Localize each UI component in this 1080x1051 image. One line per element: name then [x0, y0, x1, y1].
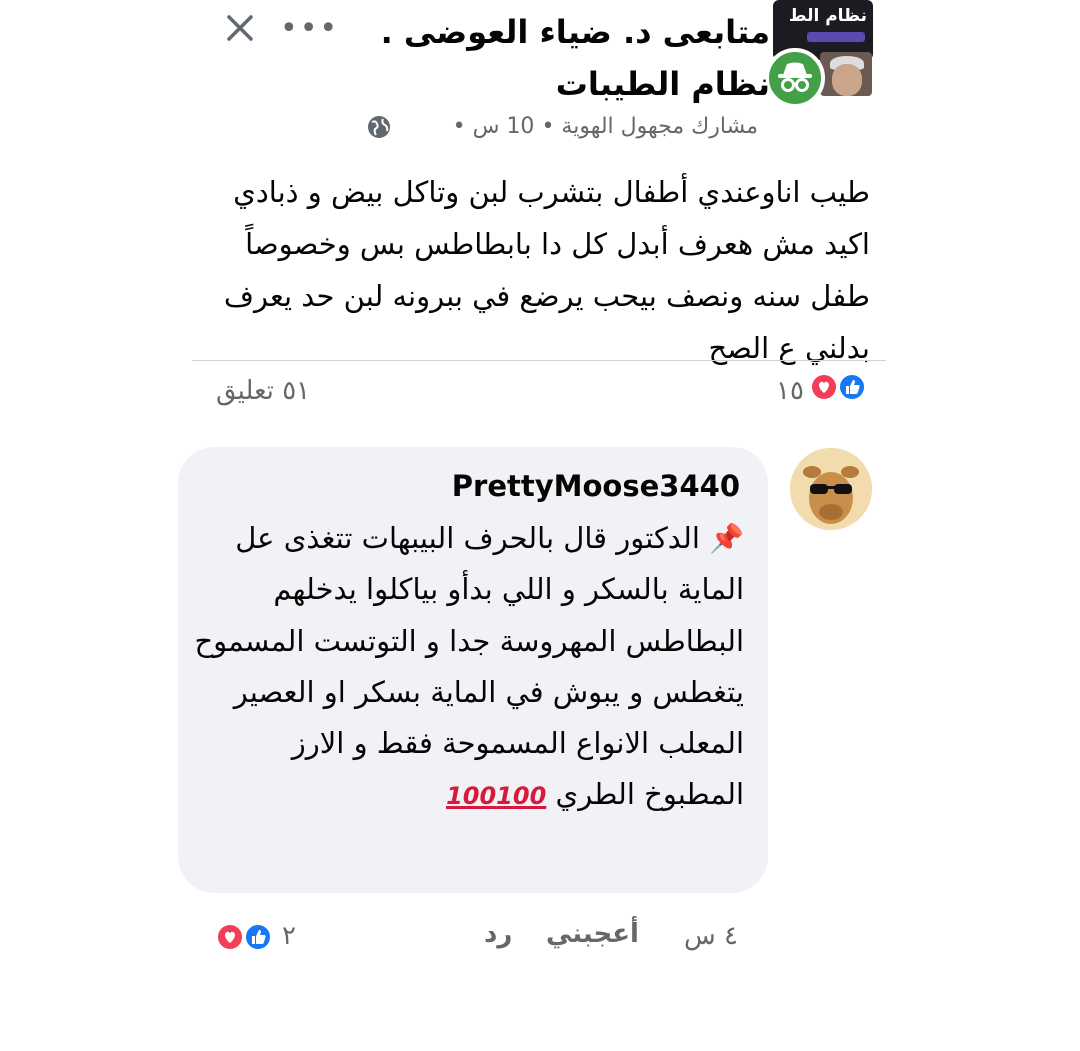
group-thumb-banner — [807, 32, 865, 42]
reactions-count[interactable]: ١٥ — [776, 373, 804, 409]
group-name-line2[interactable]: نظام الطيبات — [556, 62, 770, 106]
post-time[interactable]: 10 س — [473, 114, 535, 139]
hundred-points-icon: 100 — [446, 782, 497, 811]
hundred-points-icon: 100 — [496, 782, 547, 811]
meta-separator: • — [541, 114, 555, 139]
comment-author[interactable]: PrettyMoose3440 — [452, 466, 740, 506]
divider — [192, 360, 886, 361]
close-button[interactable] — [222, 10, 258, 46]
commenter-avatar[interactable] — [790, 448, 872, 530]
comment-time[interactable]: ٤ س — [684, 918, 738, 954]
comment-text: الدكتور قال بالحرف البيبهات تتغذى عل الم… — [194, 521, 744, 812]
close-icon — [227, 15, 253, 41]
globe-icon — [366, 114, 392, 140]
group-name-line1[interactable]: متابعى د. ضياء العوضى . — [381, 10, 770, 54]
like-button[interactable]: أعجبني — [546, 916, 639, 952]
group-photo — [820, 52, 872, 96]
comment-reactions-summary[interactable] — [214, 922, 280, 952]
pushpin-icon: 📌 — [709, 522, 744, 555]
group-thumb-text: نظام الط — [788, 6, 867, 26]
reactions-summary[interactable] — [808, 372, 874, 402]
post-author[interactable]: مشارك مجهول الهوية — [561, 114, 758, 139]
post-meta: مشارك مجهول الهوية • 10 س • — [453, 112, 758, 142]
post-body-text: طيب اناوعندي أطفال بتشرب لبن وتاكل بيض و… — [223, 175, 870, 365]
comments-count[interactable]: ٥١ تعليق — [216, 373, 310, 409]
meta-separator: • — [452, 114, 466, 139]
more-options-button[interactable]: ••• — [280, 14, 339, 44]
comment-reactions-count[interactable]: ٢ — [282, 918, 296, 954]
anonymous-member-icon — [765, 48, 825, 108]
comment-body: 📌 الدكتور قال بالحرف البيبهات تتغذى عل ا… — [184, 513, 744, 823]
reply-button[interactable]: رد — [484, 916, 512, 952]
more-dots-icon: ••• — [280, 11, 340, 46]
